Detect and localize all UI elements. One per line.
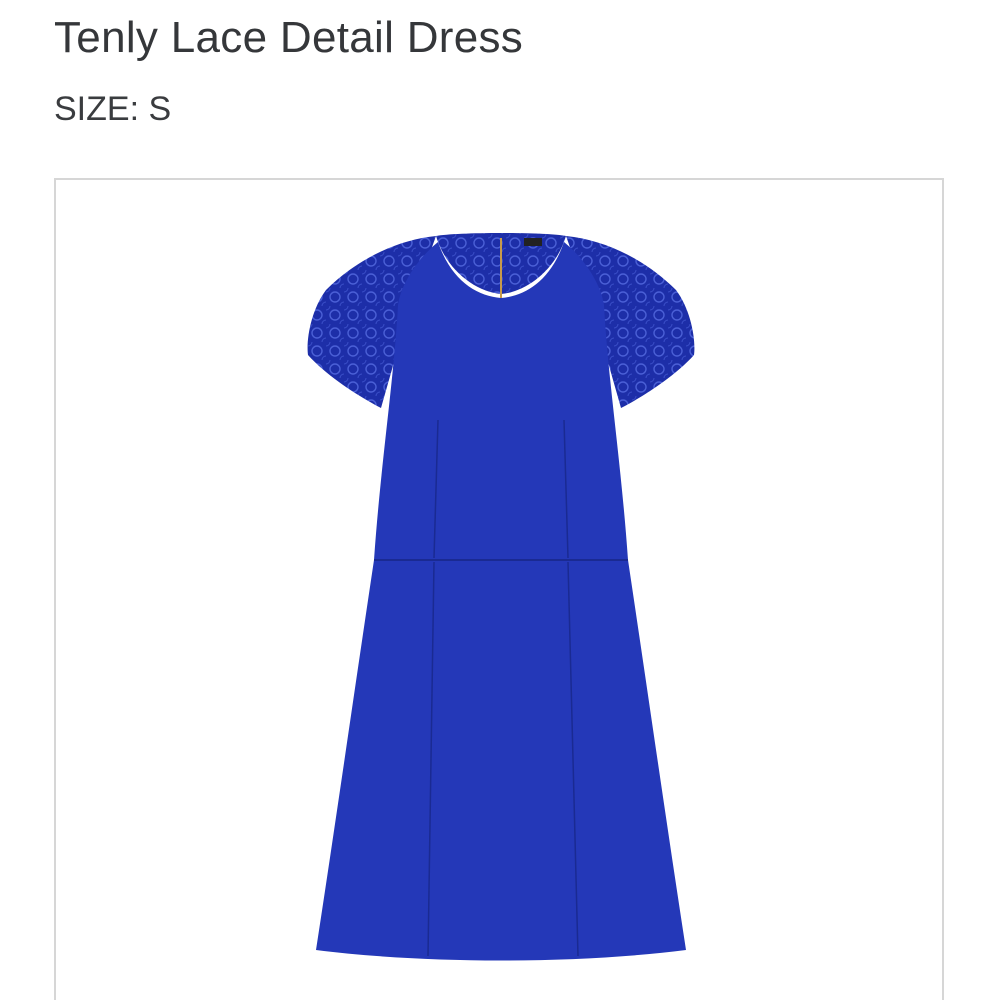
size-line: SIZE: S <box>54 86 171 132</box>
dress-photo <box>307 233 695 961</box>
dress-skirt <box>316 560 686 961</box>
brand-tag <box>524 238 542 246</box>
size-label: SIZE: <box>54 90 140 128</box>
product-title: Tenly Lace Detail Dress <box>54 13 524 62</box>
size-value: S <box>148 90 172 128</box>
product-image-frame[interactable] <box>54 178 944 1000</box>
